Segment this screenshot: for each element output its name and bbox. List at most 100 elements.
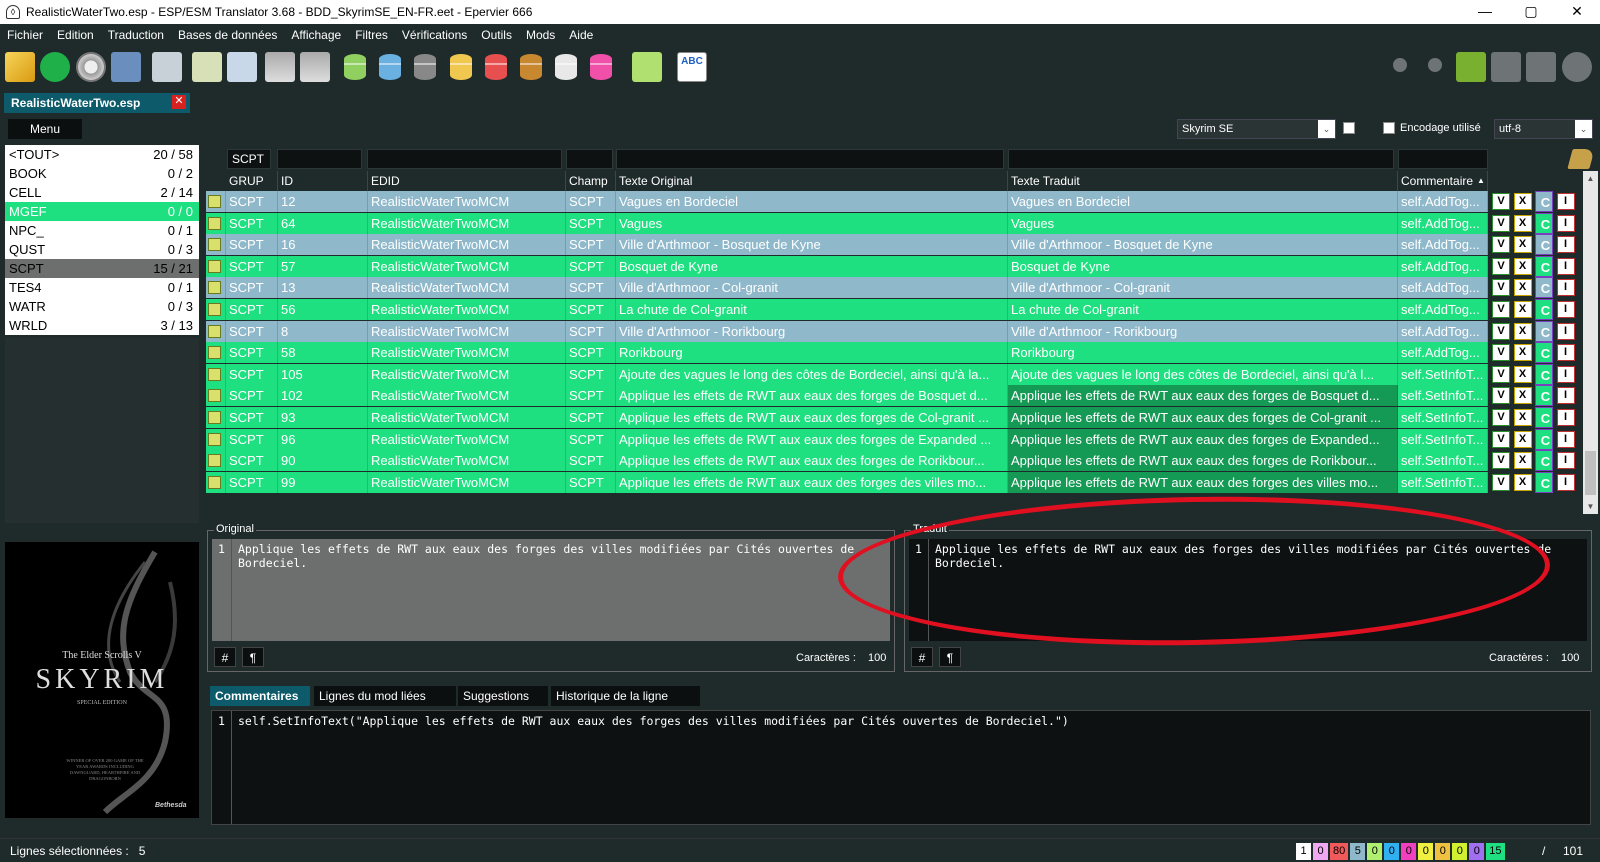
reject-button[interactable]: X	[1513, 322, 1532, 340]
table-row[interactable]: SCPT 57 RealisticWaterTwoMCM SCPT Bosquet de…	[206, 255, 1583, 277]
scroll-up-icon[interactable]: ▲	[1583, 171, 1598, 186]
info-button[interactable]: I	[1556, 279, 1575, 297]
table-row[interactable]: SCPT 12 RealisticWaterTwoMCM SCPT Vagues en …	[206, 191, 1583, 212]
copy-button[interactable]: C	[1535, 191, 1553, 212]
info-button[interactable]: I	[1556, 193, 1575, 210]
status-counter[interactable]: 1	[1296, 843, 1311, 860]
category-item[interactable]: QUST 0 / 3	[5, 240, 199, 259]
category-item[interactable]: WRLD 3 / 13	[5, 316, 199, 335]
info-button[interactable]: I	[1556, 236, 1575, 254]
export-icon[interactable]	[227, 52, 257, 82]
category-item[interactable]: <TOUT> 20 / 58	[5, 145, 199, 164]
db-pink-icon[interactable]	[590, 54, 612, 80]
filter-edid-input[interactable]	[367, 149, 562, 169]
info-button[interactable]: I	[1556, 409, 1575, 426]
file-tab[interactable]: RealisticWaterTwo.esp	[4, 93, 190, 113]
table-row[interactable]: SCPT 8 RealisticWaterTwoMCM SCPT Ville d'Art…	[206, 320, 1583, 342]
validate-button[interactable]: V	[1492, 430, 1510, 448]
hash-button[interactable]: #	[214, 647, 236, 667]
info-button[interactable]: I	[1556, 473, 1575, 491]
db-blue-icon[interactable]	[379, 54, 401, 80]
comment-editor[interactable]: 1 self.SetInfoText("Applique les effets …	[211, 710, 1591, 825]
db-yellow-icon[interactable]	[450, 54, 472, 80]
status-counter[interactable]: 5	[1350, 843, 1366, 860]
close-tab-icon[interactable]: ✕	[172, 95, 186, 109]
db-green-icon[interactable]	[344, 54, 366, 80]
status-counter[interactable]: 0	[1418, 843, 1434, 860]
validate-button[interactable]: V	[1492, 301, 1510, 318]
menu-fichier[interactable]: Fichier	[7, 28, 43, 42]
info-button[interactable]: I	[1556, 452, 1575, 470]
copy-button[interactable]: C	[1535, 363, 1553, 385]
notes-icon[interactable]	[632, 52, 662, 82]
validate-button[interactable]: V	[1492, 214, 1510, 232]
reject-button[interactable]: X	[1513, 257, 1532, 275]
next-arrow-icon[interactable]	[40, 52, 70, 82]
import-icon[interactable]	[192, 52, 222, 82]
sync-icon[interactable]	[1456, 52, 1486, 82]
info-button[interactable]: I	[1556, 301, 1575, 318]
play-icon[interactable]	[1562, 52, 1592, 82]
validate-button[interactable]: V	[1492, 452, 1510, 470]
box-icon[interactable]	[1526, 52, 1556, 82]
minimize-button[interactable]: —	[1462, 0, 1508, 24]
copy-button[interactable]: C	[1535, 428, 1553, 450]
category-item[interactable]: BOOK 0 / 2	[5, 164, 199, 183]
copy-button[interactable]: C	[1535, 212, 1553, 234]
reject-button[interactable]: X	[1513, 452, 1532, 470]
tab-suggestions[interactable]: Suggestions	[458, 686, 548, 706]
category-item[interactable]: CELL 2 / 14	[5, 183, 199, 202]
info-button[interactable]: I	[1556, 322, 1575, 340]
col-edid[interactable]: EDID	[368, 171, 566, 191]
status-counter[interactable]: 0	[1313, 843, 1328, 860]
reject-button[interactable]: X	[1513, 430, 1532, 448]
copy-button[interactable]: C	[1535, 342, 1553, 364]
status-counter[interactable]: 80	[1330, 843, 1349, 860]
grid-scrollbar[interactable]: ▲ ▼	[1583, 171, 1598, 514]
tab-historique[interactable]: Historique de la ligne	[551, 686, 700, 706]
maximize-button[interactable]: ▢	[1508, 0, 1554, 24]
col-texte-traduit[interactable]: Texte Traduit	[1008, 171, 1398, 191]
reject-button[interactable]: X	[1513, 193, 1532, 210]
table-row[interactable]: SCPT 64 RealisticWaterTwoMCM SCPT Vagues Vagu…	[206, 212, 1583, 234]
status-counter[interactable]: 0	[1435, 843, 1451, 860]
status-counter[interactable]: 0	[1367, 843, 1383, 860]
tab-commentaires[interactable]: Commentaires	[210, 686, 310, 706]
reject-button[interactable]: X	[1513, 236, 1532, 254]
menu-aide[interactable]: Aide	[569, 28, 593, 42]
category-item[interactable]: WATR 0 / 3	[5, 297, 199, 316]
ruler-icon[interactable]	[111, 52, 141, 82]
menu-button[interactable]: Menu	[8, 119, 82, 139]
info-button[interactable]: I	[1556, 365, 1575, 383]
copy-button[interactable]: C	[1535, 407, 1553, 428]
category-item-selected[interactable]: SCPT 15 / 21	[5, 259, 199, 278]
status-counter[interactable]: 0	[1452, 843, 1468, 860]
category-item[interactable]: NPC_ 0 / 1	[5, 221, 199, 240]
validate-button[interactable]: V	[1492, 409, 1510, 426]
table-row[interactable]: SCPT 56 RealisticWaterTwoMCM SCPT La chute d…	[206, 299, 1583, 320]
reject-button[interactable]: X	[1513, 344, 1532, 362]
close-window-button[interactable]: ✕	[1554, 0, 1600, 24]
reject-button[interactable]: X	[1513, 387, 1532, 405]
original-text-editor[interactable]: 1 Applique les effets de RWT aux eaux de…	[212, 539, 890, 641]
encoding-checkbox[interactable]	[1383, 122, 1395, 134]
info-button[interactable]: I	[1556, 257, 1575, 275]
category-item[interactable]: MGEF 0 / 0	[5, 202, 199, 221]
category-item[interactable]: TES4 0 / 1	[5, 278, 199, 297]
status-counter[interactable]: 15	[1486, 843, 1505, 860]
db-brown-icon[interactable]	[520, 54, 542, 80]
col-id[interactable]: ID	[278, 171, 368, 191]
validate-button[interactable]: V	[1492, 322, 1510, 340]
pilcrow-button[interactable]: ¶	[242, 647, 264, 667]
db-add-icon[interactable]	[265, 52, 295, 82]
open-folder-icon[interactable]	[5, 52, 35, 82]
menu-edition[interactable]: Edition	[57, 28, 94, 42]
validate-button[interactable]: V	[1492, 473, 1510, 491]
validate-button[interactable]: V	[1492, 193, 1510, 210]
table-row[interactable]: SCPT 13 RealisticWaterTwoMCM SCPT Ville d'Ar…	[206, 277, 1583, 299]
table-row[interactable]: SCPT 90 RealisticWaterTwoMCM SCPT Applique l…	[206, 450, 1583, 472]
validate-button[interactable]: V	[1492, 365, 1510, 383]
encoding-select[interactable]: utf-8 ⌄	[1494, 119, 1593, 139]
scroll-down-icon[interactable]: ▼	[1583, 499, 1598, 514]
filter-grup-input[interactable]: SCPT	[227, 149, 271, 169]
